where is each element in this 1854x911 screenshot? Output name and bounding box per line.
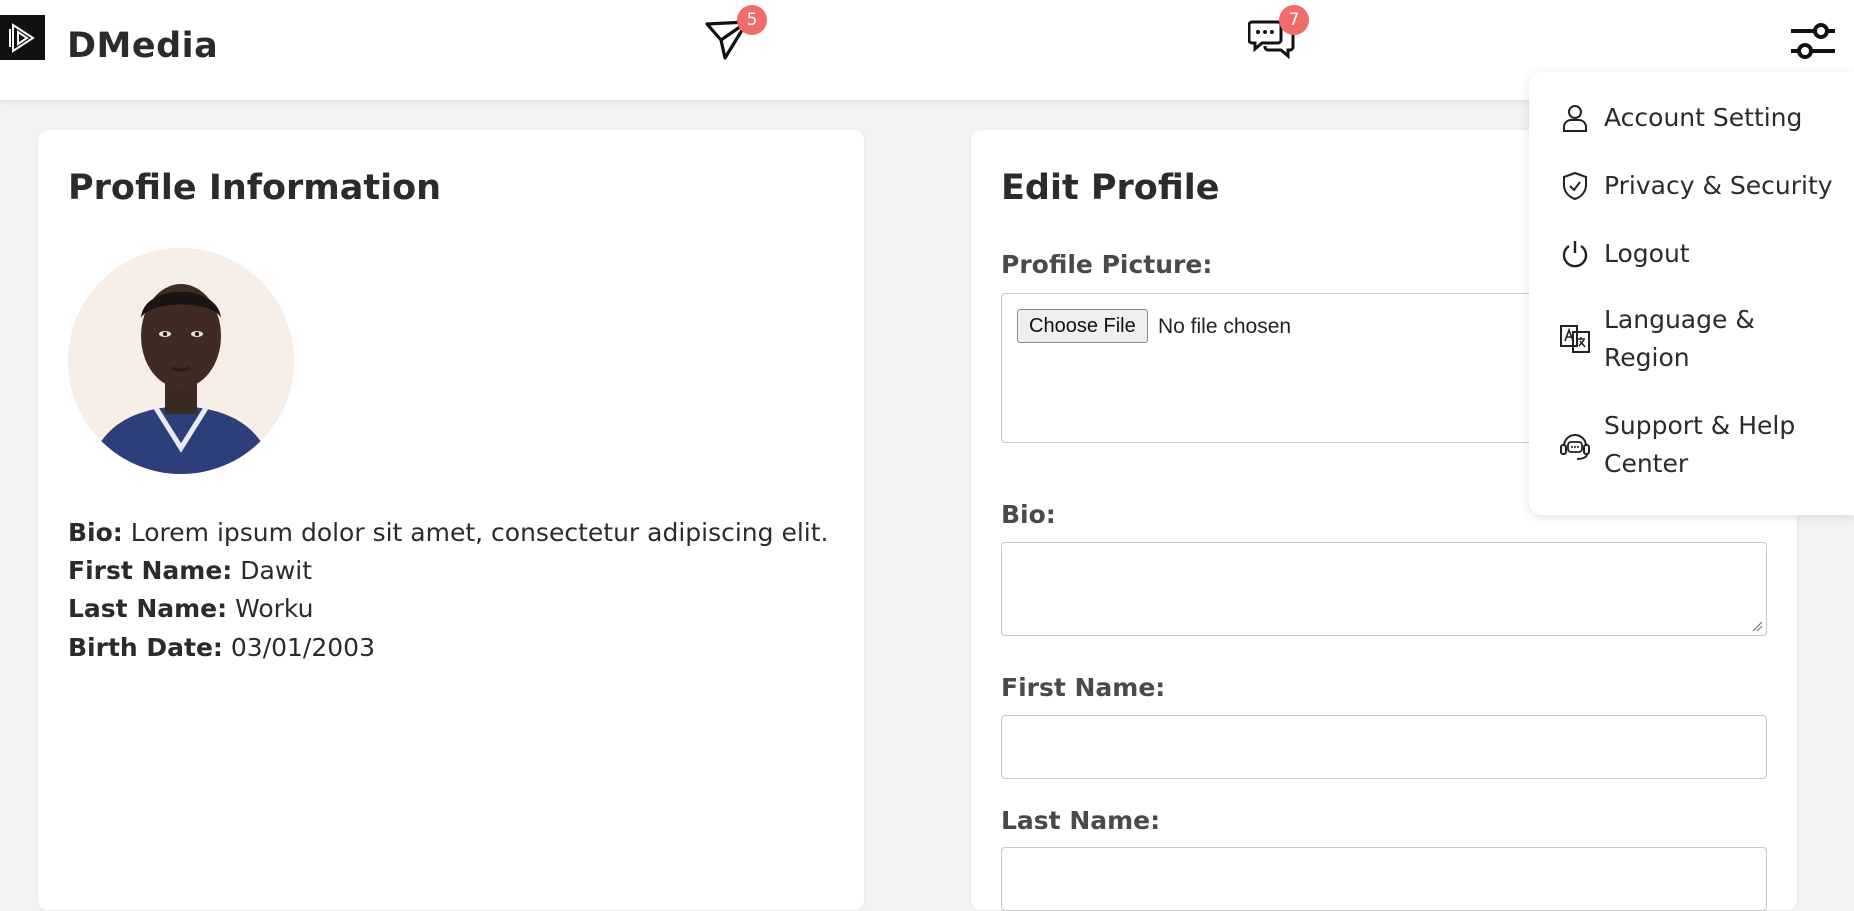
first-name-value: Dawit (240, 556, 313, 585)
menu-item-account-setting[interactable]: Account Setting (1529, 90, 1854, 146)
menu-label-support-help: Support & Help Center (1604, 411, 1796, 478)
chat-count-badge: 7 (1279, 5, 1309, 35)
last-name-label: Last Name: (68, 594, 228, 623)
first-name-label: First Name: (68, 556, 233, 585)
logo-icon[interactable] (0, 15, 45, 60)
birth-date-value: 03/01/2003 (230, 633, 375, 662)
bio-row: Bio: Lorem ipsum dolor sit amet, consect… (68, 518, 828, 547)
menu-item-support-help[interactable]: Support & Help Center (1529, 400, 1854, 490)
last-name-input[interactable] (1001, 847, 1767, 911)
brand-name[interactable]: DMedia (67, 26, 218, 66)
last-name-value: Worku (235, 594, 314, 623)
first-name-row: First Name: Dawit (68, 556, 312, 585)
menu-label-language-region: Language & Region (1604, 305, 1755, 372)
last-name-row: Last Name: Worku (68, 594, 313, 623)
avatar (68, 248, 294, 474)
menu-item-logout[interactable]: Logout (1529, 226, 1854, 282)
last-name-field-label: Last Name: (1001, 806, 1161, 835)
bio-textarea[interactable] (1001, 542, 1767, 636)
settings-dropdown-menu: Account Setting Privacy & Security Logou… (1529, 72, 1854, 515)
birth-date-label: Birth Date: (68, 633, 223, 662)
shield-icon (1563, 171, 1587, 201)
headset-icon (1560, 434, 1590, 460)
menu-item-privacy-security[interactable]: Privacy & Security (1529, 158, 1854, 214)
profile-information-card: Profile Information Bio: Lorem ipsum dol… (38, 130, 864, 910)
file-status-text: No file chosen (1158, 315, 1292, 338)
resize-grip-icon[interactable] (1751, 620, 1763, 632)
profile-info-title: Profile Information (68, 168, 442, 208)
bio-label: Bio: (68, 518, 123, 547)
settings-sliders-icon[interactable] (1788, 16, 1838, 66)
menu-item-language-region[interactable]: Language & Region (1529, 294, 1854, 384)
menu-label-privacy-security: Privacy & Security (1604, 171, 1833, 200)
profile-picture-label: Profile Picture: (1001, 250, 1213, 279)
edit-profile-title: Edit Profile (1001, 168, 1220, 208)
birth-date-row: Birth Date: 03/01/2003 (68, 633, 375, 662)
send-count-badge: 5 (737, 5, 767, 35)
first-name-field-label: First Name: (1001, 673, 1166, 702)
first-name-input[interactable] (1001, 715, 1767, 779)
bio-value: Lorem ipsum dolor sit amet, consectetur … (130, 518, 829, 547)
bio-field-label: Bio: (1001, 500, 1056, 529)
menu-label-logout: Logout (1604, 239, 1690, 268)
choose-file-button[interactable]: Choose File (1017, 309, 1148, 343)
translate-icon (1560, 325, 1590, 353)
menu-label-account-setting: Account Setting (1604, 103, 1803, 132)
user-icon (1563, 105, 1587, 132)
power-icon (1562, 241, 1588, 268)
